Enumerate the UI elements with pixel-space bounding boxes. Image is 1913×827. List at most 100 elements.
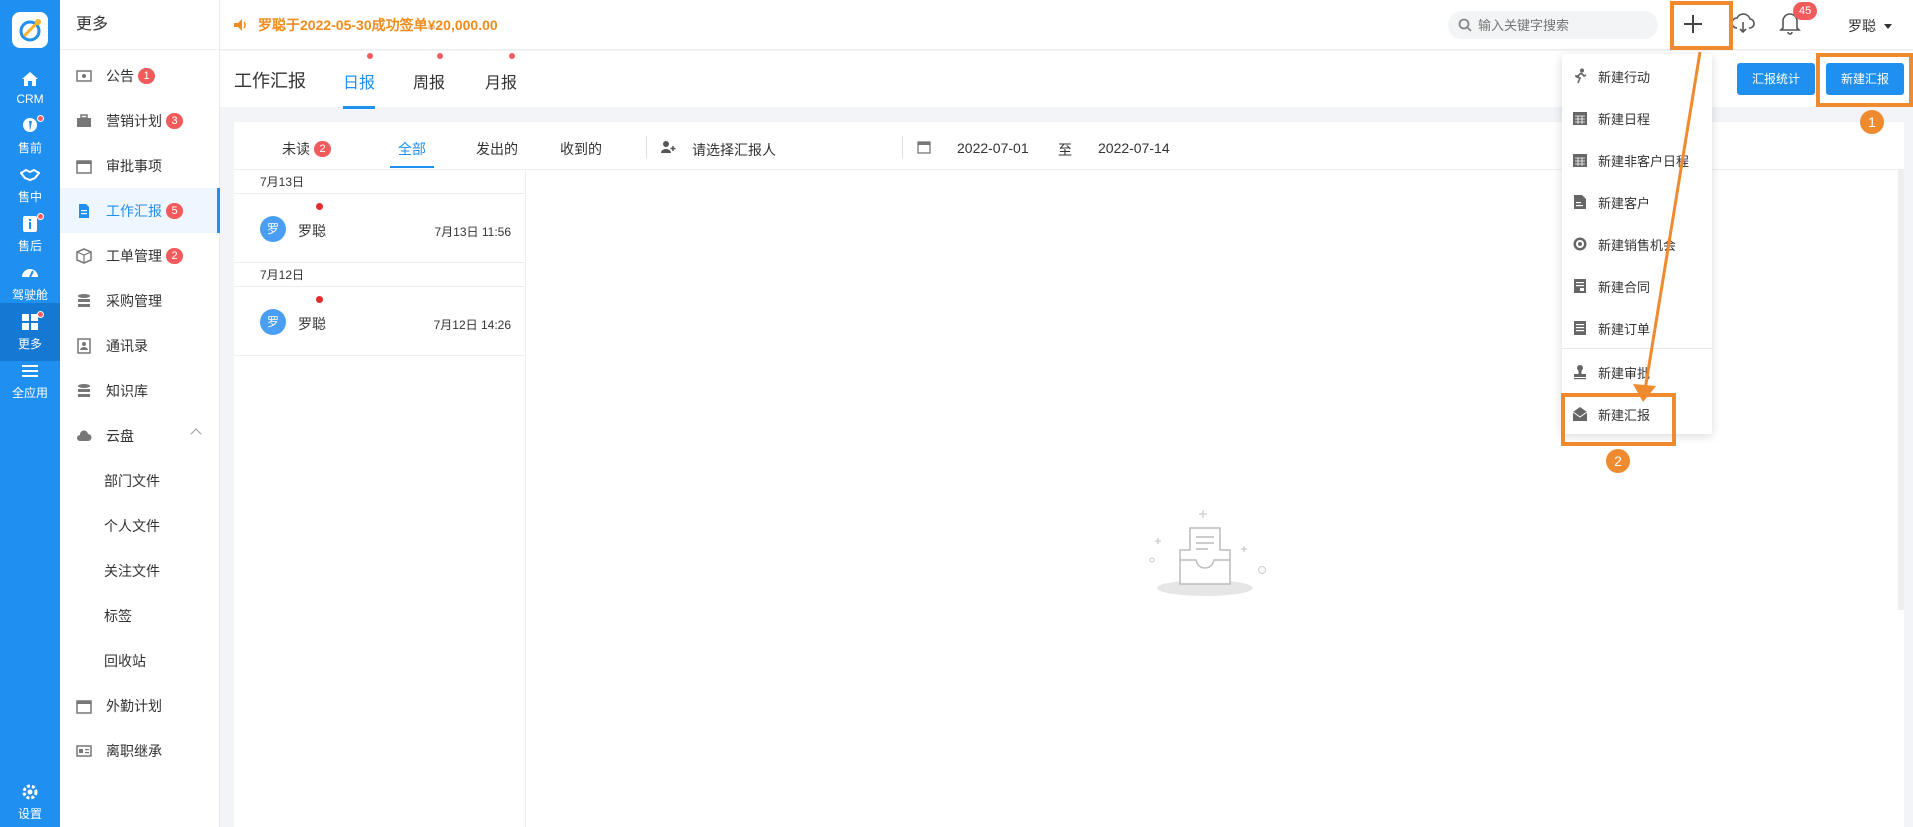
sidebar-item-label: 公告: [106, 67, 134, 84]
count-badge: 1: [138, 67, 155, 84]
sidebar-item-procurement[interactable]: 采购管理: [60, 278, 220, 323]
reporter-select[interactable]: 请选择汇报人: [692, 140, 776, 160]
menu-item-new-contract[interactable]: 新建合同: [1562, 265, 1712, 307]
global-search[interactable]: [1448, 11, 1658, 39]
calendar-icon: [76, 159, 92, 174]
rail-item-settings[interactable]: 设置: [0, 777, 60, 827]
app-logo[interactable]: [12, 12, 48, 48]
calendar-icon: [1573, 154, 1587, 167]
report-stats-button[interactable]: 汇报统计: [1737, 63, 1816, 95]
empty-inbox-icon: [1149, 510, 1266, 596]
date-from[interactable]: 2022-07-01: [957, 140, 1029, 156]
run-icon: [1575, 68, 1587, 84]
menu-item-new-opportunity[interactable]: 新建销售机会: [1562, 223, 1712, 265]
menu-item-new-order[interactable]: 新建订单: [1562, 307, 1712, 349]
menu-icon: [22, 365, 38, 377]
report-time: 7月13日 11:56: [434, 225, 512, 239]
user-menu[interactable]: 罗聪: [1848, 16, 1892, 36]
filter-all[interactable]: 全部: [390, 139, 434, 168]
sidebar-item-label: 个人文件: [104, 517, 160, 534]
date-to[interactable]: 2022-07-14: [1098, 140, 1170, 156]
sidebar-item-resignation[interactable]: 离职继承: [60, 728, 220, 773]
chevron-up-icon[interactable]: [190, 428, 202, 440]
sidebar-item-field-plan[interactable]: 外勤计划: [60, 683, 220, 728]
filter-label: 发出的: [476, 141, 518, 157]
caret-down-icon: [1884, 23, 1892, 29]
sidebar-item-work-report[interactable]: 工作汇报 5: [60, 188, 220, 233]
divider: [902, 136, 903, 158]
sidebar-item-knowledge-base[interactable]: 知识库: [60, 368, 220, 413]
sidebar-item-personal-files[interactable]: 个人文件: [60, 503, 220, 548]
filter-label: 收到的: [560, 141, 602, 157]
briefcase-icon: [77, 113, 91, 127]
filter-label: 未读: [282, 141, 310, 157]
create-menu: 新建行动 新建日程 新建非客户日程 新建客户 新建销售机会 新建合同 新建订单 …: [1562, 54, 1712, 434]
dashboard-icon: [22, 269, 38, 278]
menu-item-new-customer[interactable]: 新建客户: [1562, 181, 1712, 223]
rail-label: 驾驶舱: [11, 288, 48, 302]
sidebar-item-approvals[interactable]: 审批事项: [60, 143, 220, 188]
sidebar-title: 更多: [60, 0, 219, 50]
menu-item-new-approval[interactable]: 新建审批: [1562, 351, 1712, 393]
tab-label: 月报: [485, 75, 518, 92]
cloud-download-icon[interactable]: [1730, 10, 1756, 36]
speaker-icon: [234, 19, 246, 31]
list-item[interactable]: 罗 罗聪 7月12日 14:26: [234, 287, 525, 356]
filter-sent[interactable]: 发出的: [476, 139, 518, 159]
count-badge: 3: [166, 112, 183, 129]
menu-item-new-noncustomer-schedule[interactable]: 新建非客户日程: [1562, 139, 1712, 181]
menu-item-label: 新建非客户日程: [1598, 153, 1690, 169]
notification-dot: [37, 115, 44, 122]
unread-dot: [316, 296, 323, 303]
notification-dot: [367, 53, 374, 59]
user-name: 罗聪: [1848, 18, 1876, 34]
calendar-icon: [1573, 112, 1587, 125]
report-list: 7月13日 罗 罗聪 7月13日 11:56 7月12日 罗 罗聪 7月12日 …: [234, 170, 526, 827]
tab-label: 日报: [343, 75, 376, 92]
sidebar-item-label: 工单管理: [106, 247, 162, 264]
tab-label: 周报: [413, 75, 446, 92]
home-icon: [22, 71, 38, 86]
notification-count-badge: 45: [1793, 2, 1818, 20]
step-badge-1: 1: [1860, 110, 1884, 134]
page-title: 工作汇报: [234, 71, 306, 91]
sidebar-item-marketing-plan[interactable]: 营销计划 3: [60, 98, 220, 143]
rail-label: 更多: [17, 337, 42, 351]
rail-label: 设置: [17, 807, 42, 821]
date-range-separator: 至: [1058, 142, 1072, 158]
box-icon: [76, 247, 92, 264]
sidebar-item-contacts[interactable]: 通讯录: [60, 323, 220, 368]
sidebar-item-tags[interactable]: 标签: [60, 593, 220, 638]
step-badge-2: 2: [1606, 449, 1630, 473]
tab-weekly[interactable]: 周报: [413, 53, 446, 93]
contract-icon: [1574, 279, 1586, 293]
list-date-header: 7月12日: [234, 263, 525, 287]
sidebar-item-label: 采购管理: [106, 292, 162, 309]
list-date-header: 7月13日: [234, 170, 525, 194]
tab-daily[interactable]: 日报: [343, 53, 376, 109]
sidebar-item-dept-files[interactable]: 部门文件: [60, 458, 220, 503]
scrollbar[interactable]: [1898, 170, 1904, 610]
notification-dot: [509, 53, 516, 59]
sidebar-item-cloud-disk[interactable]: 云盘: [60, 413, 220, 458]
sidebar-item-recycle-bin[interactable]: 回收站: [60, 638, 220, 683]
list-item[interactable]: 罗 罗聪 7月13日 11:56: [234, 194, 525, 263]
menu-item-label: 新建日程: [1598, 111, 1651, 127]
menu-item-label: 新建订单: [1598, 321, 1651, 337]
sidebar-item-label: 通讯录: [106, 337, 148, 354]
menu-item-label: 新建合同: [1598, 279, 1651, 295]
filter-received[interactable]: 收到的: [560, 139, 602, 159]
tab-monthly[interactable]: 月报: [485, 53, 518, 93]
notice-banner[interactable]: 罗聪于2022-05-30成功签单¥20,000.00: [232, 15, 498, 35]
rail-item-all-apps[interactable]: 全应用: [0, 352, 60, 410]
menu-item-new-action[interactable]: 新建行动: [1562, 55, 1712, 97]
sidebar-item-work-orders[interactable]: 工单管理 2: [60, 233, 220, 278]
sidebar-item-label: 审批事项: [106, 157, 162, 174]
sidebar-item-announcement[interactable]: 公告 1: [60, 53, 220, 98]
rail-label: 售中: [17, 190, 42, 204]
filter-unread[interactable]: 未读 2: [282, 139, 331, 159]
search-input[interactable]: [1478, 17, 1648, 33]
stamp-icon: [1574, 365, 1586, 380]
sidebar-item-followed-files[interactable]: 关注文件: [60, 548, 220, 593]
menu-item-new-schedule[interactable]: 新建日程: [1562, 97, 1712, 139]
